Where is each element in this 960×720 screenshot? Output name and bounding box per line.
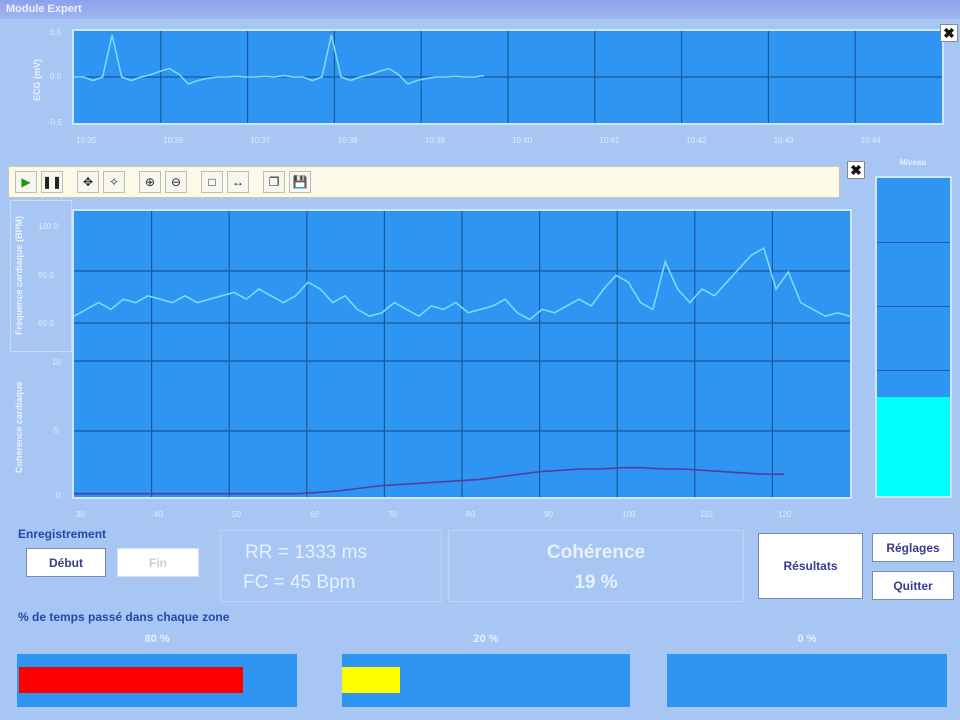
coh-ytick: 5	[54, 426, 59, 435]
zone-2-fill	[342, 667, 400, 693]
ecg-xtick: 10:36	[163, 136, 184, 145]
box-icon[interactable]: □	[201, 171, 223, 193]
zone-1-pct: 80 %	[144, 633, 170, 645]
ecg-xtick: 10:40	[512, 136, 533, 145]
ecg-chart	[72, 29, 944, 125]
ecg-ytick: 0.5	[50, 28, 62, 37]
main-xtick: 120	[778, 510, 792, 519]
ecg-xtick: 10:44	[860, 136, 881, 145]
copy-icon[interactable]: ❐	[263, 171, 285, 193]
zone-3-pct: 0 %	[797, 633, 817, 645]
start-button[interactable]: Début	[26, 548, 106, 577]
quit-button[interactable]: Quitter	[872, 571, 954, 600]
fc-readout: FC = 45 Bpm	[243, 572, 356, 593]
coh-ytick: 10	[52, 358, 61, 367]
main-xtick: 110	[700, 510, 713, 519]
coherence-trace	[74, 466, 784, 495]
pause-icon[interactable]: ❚❚	[41, 171, 63, 193]
chart-toolbar: ▶ ❚❚ ✥ ✧ ⊕ ⊖ □ ↔ ❐ 💾	[8, 166, 840, 198]
ecg-xtick: 10:38	[337, 136, 358, 145]
hr-y-label: Fréquence cardiaque (BPM)	[14, 215, 24, 335]
ecg-ytick: 0.0	[50, 72, 62, 81]
recording-label: Enregistrement	[18, 527, 107, 541]
select-icon[interactable]: ✧	[103, 171, 125, 193]
ecg-xtick: 10:37	[250, 136, 271, 145]
ecg-xtick: 10:35	[76, 136, 97, 145]
pan-icon[interactable]: ✥	[77, 171, 99, 193]
main-xtick: 80	[466, 510, 475, 519]
main-xtick: 30	[76, 510, 85, 519]
rr-readout: RR = 1333 ms	[245, 542, 367, 563]
zoom-out-icon[interactable]: ⊖	[165, 171, 187, 193]
main-xtick: 100	[622, 510, 636, 519]
coh-ytick: 0	[56, 491, 61, 500]
main-xtick: 40	[154, 510, 163, 519]
main-xtick: 60	[310, 510, 319, 519]
coherence-gauge	[875, 176, 952, 498]
zoom-in-icon[interactable]: ⊕	[139, 171, 161, 193]
fit-icon[interactable]: ↔	[227, 171, 249, 193]
gauge-fill	[877, 397, 950, 496]
close-ecg-button[interactable]: ✖	[940, 24, 958, 42]
coherence-label: Cohérence	[546, 542, 646, 563]
ecg-y-label: ECG (mV)	[32, 59, 42, 102]
coh-y-label: Cohérence cardiaque	[14, 381, 24, 473]
zone-3-bar	[667, 654, 947, 707]
settings-button[interactable]: Réglages	[872, 533, 954, 562]
main-xtick: 50	[232, 510, 241, 519]
save-icon[interactable]: 💾	[289, 171, 311, 193]
stop-button[interactable]: Fin	[117, 548, 199, 577]
ecg-xtick: 10:41	[599, 136, 620, 145]
hr-ytick: 120.0	[38, 222, 59, 231]
zone-1-fill	[19, 667, 243, 693]
coherence-value: 19 %	[574, 572, 618, 593]
zone-1-bar	[17, 654, 297, 707]
hr-coherence-chart	[72, 209, 852, 499]
gauge-label: Niveau	[899, 158, 927, 167]
hr-ytick: 90.0	[38, 271, 54, 280]
close-chart-button[interactable]: ✖	[847, 161, 865, 179]
zone-2-bar	[342, 654, 630, 707]
ecg-ytick: -0.5	[48, 118, 62, 127]
ecg-xtick: 10:43	[773, 136, 794, 145]
window-title: Module Expert	[0, 0, 960, 19]
play-icon[interactable]: ▶	[15, 171, 37, 193]
zone-2-pct: 20 %	[473, 633, 499, 645]
ecg-xtick: 10:42	[686, 136, 707, 145]
ecg-xtick: 10:39	[424, 136, 445, 145]
results-button[interactable]: Résultats	[758, 533, 863, 599]
main-xtick: 90	[544, 510, 553, 519]
hr-ytick: 60.0	[38, 319, 54, 328]
zones-title: % de temps passé dans chaque zone	[18, 610, 230, 624]
main-xtick: 70	[388, 510, 397, 519]
